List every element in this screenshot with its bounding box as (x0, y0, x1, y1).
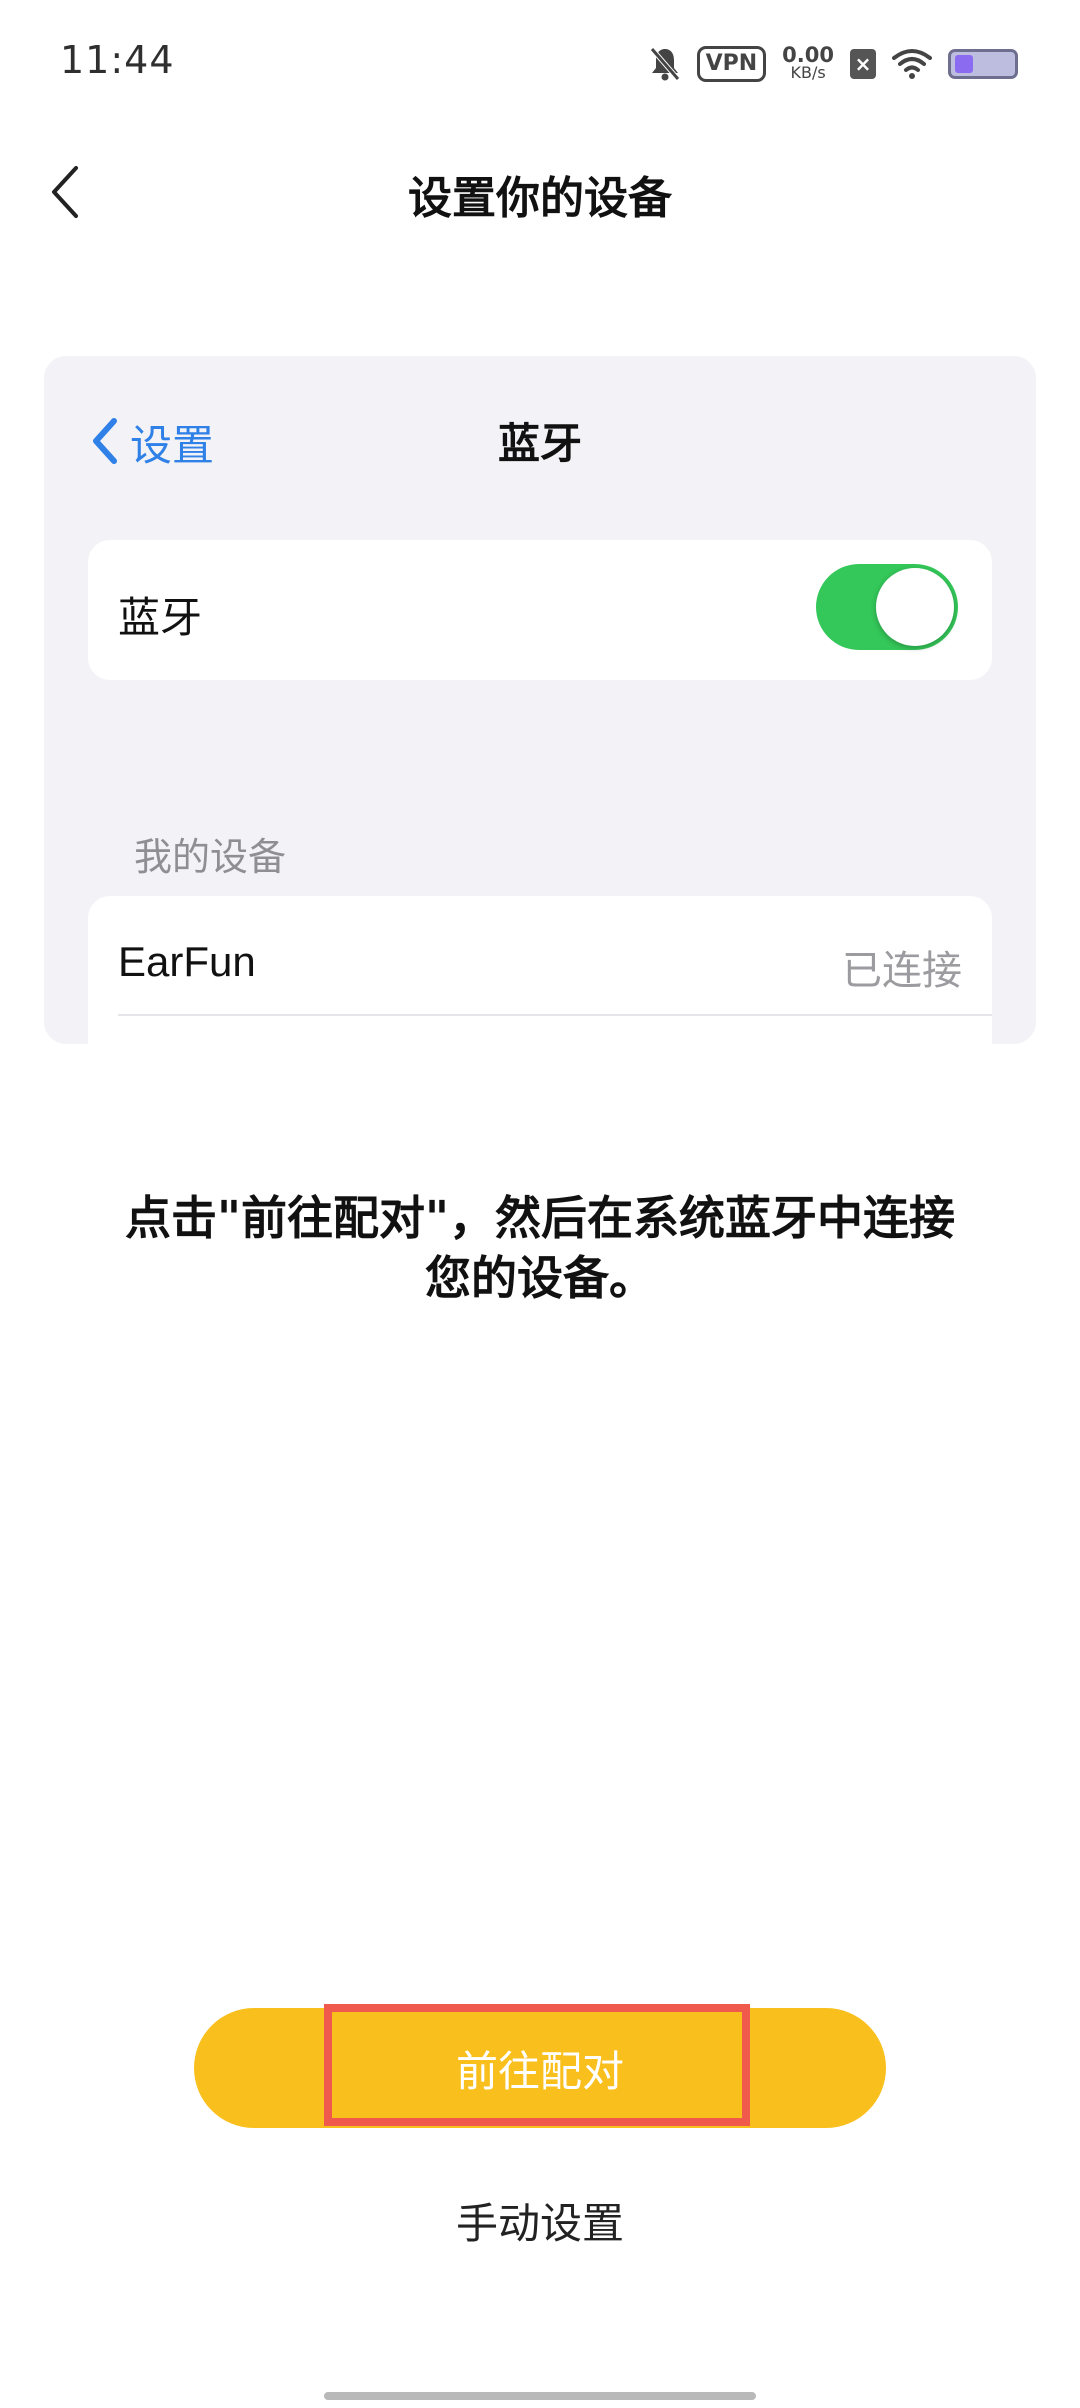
device-divider (118, 1014, 992, 1016)
bell-muted-icon (649, 46, 681, 82)
instruction-line-2: 您的设备。 (425, 1251, 655, 1305)
setup-device-screen: 11:44 VPN 0.00 KB/s × 设置你的设备 设置 蓝牙 蓝牙 我的… (0, 0, 1080, 2408)
illustration-nav: 设置 蓝牙 (44, 356, 1036, 516)
battery-level (955, 55, 973, 73)
instruction-line-1: 点击"前往配对"，然后在系统蓝牙中连接 (125, 1191, 955, 1245)
my-devices-header: 我的设备 (134, 835, 287, 879)
device-name: EarFun (118, 938, 256, 985)
go-pair-button[interactable]: 前往配对 (194, 2008, 886, 2128)
bluetooth-row-label: 蓝牙 (118, 593, 203, 642)
go-pair-label: 前往配对 (455, 2047, 624, 2095)
status-time: 11:44 (60, 38, 175, 82)
page-title: 设置你的设备 (408, 173, 672, 224)
vpn-icon: VPN (696, 46, 767, 82)
net-speed: 0.00 KB/s (782, 43, 834, 82)
net-speed-value: 0.00 (782, 43, 834, 67)
device-list: EarFun 已连接 (88, 896, 992, 1044)
bluetooth-settings-illustration: 设置 蓝牙 蓝牙 我的设备 EarFun 已连接 (44, 356, 1036, 1044)
home-indicator[interactable] (324, 2392, 756, 2400)
battery-icon (948, 49, 1018, 79)
manual-setup-label: 手动设置 (455, 2199, 624, 2247)
status-bar: 11:44 VPN 0.00 KB/s × (0, 0, 1080, 128)
illustration-title: 蓝牙 (497, 419, 582, 468)
sim-x-icon: × (850, 49, 876, 79)
bluetooth-toggle (816, 564, 958, 650)
bluetooth-row: 蓝牙 (88, 540, 992, 680)
pairing-instruction: 点击"前往配对"，然后在系统蓝牙中连接 您的设备。 (80, 1188, 1000, 1308)
wifi-icon (892, 48, 932, 80)
header: 设置你的设备 (0, 128, 1080, 258)
net-speed-unit: KB/s (790, 63, 826, 82)
manual-setup-button[interactable]: 手动设置 (340, 2180, 740, 2260)
device-status: 已连接 (842, 948, 962, 994)
toggle-knob (876, 568, 954, 646)
status-icons: VPN 0.00 KB/s × (649, 42, 1018, 86)
